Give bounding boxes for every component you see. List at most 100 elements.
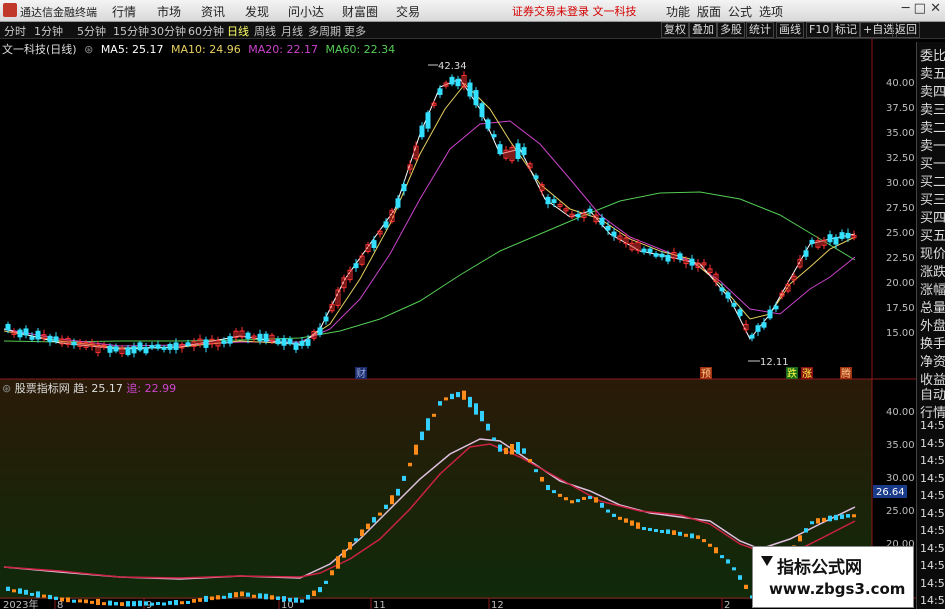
huaxian-button[interactable]: 画线 [776,22,804,38]
app-logo-icon [3,3,17,17]
candle-body [437,88,443,95]
menu-item-zixun[interactable]: 资讯 [201,3,225,20]
menu-item-shichang[interactable]: 市场 [157,3,181,20]
quote-field-label: 14:50 [920,489,945,502]
indicator-bar [414,444,418,455]
quote-field-label[interactable]: 自动 [920,384,945,403]
period-5min[interactable]: 5分钟 [77,23,106,39]
date-separators [54,598,723,609]
indicator-bar [798,535,802,542]
kline-chart[interactable]: 40.00 37.50 35.00 32.50 30.00 27.50 25.0… [0,39,916,609]
window-controls[interactable]: ─ □ ✕ [902,1,941,16]
period-1min[interactable]: 1分钟 [34,23,63,39]
teng-marker-label: 腾 [841,367,851,380]
menu-item-banmian[interactable]: 版面 [697,3,721,20]
indicator-bar [834,514,838,521]
price-tick: 40.00 [886,78,915,89]
indicator-bar [582,496,586,500]
menu-item-xuanxiang[interactable]: 选项 [759,3,783,20]
price-axis: 40.00 37.50 35.00 32.50 30.00 27.50 25.0… [886,78,915,339]
indicator-bar [348,542,352,550]
candle-body [23,328,29,336]
indicator-bar [306,594,310,600]
quote-field-label: 涨幅 [920,283,945,298]
indicator-bar [42,594,46,598]
period-monthly[interactable]: 月线 [281,23,303,39]
candle-body [533,175,539,179]
candle-body [719,287,725,292]
candle-body [599,217,605,225]
duogu-button[interactable]: 多股 [717,22,745,38]
login-status: 证券交易未登录 文一科技 [512,5,637,18]
sub-legend: ⊛ 股票指标网 趋: 25.17 追: 22.99 [2,380,176,396]
ma20-legend: MA20: 22.17 [248,43,318,56]
settings-icon[interactable]: ⊛ [84,43,93,56]
menu-item-jiaoyi[interactable]: 交易 [396,3,420,20]
high-price-label: 42.34 [438,61,467,72]
menu-item-faxian[interactable]: 发现 [245,3,269,20]
period-30min[interactable]: 30分钟 [150,23,186,39]
indicator-bar [642,527,646,531]
candle-body [29,336,35,340]
period-daily[interactable]: 日线 [227,23,249,39]
indicator-bar [498,444,502,452]
quote-field-label: 卖三 [920,103,945,118]
indicator-bar [96,598,100,605]
fuquan-button[interactable]: 复权 [661,22,689,38]
quote-field-label: 卖二 [920,121,945,136]
price-tick: 30.00 [886,178,915,189]
indicator-bar [246,592,250,597]
menu-item-gongshi[interactable]: 公式 [728,3,752,20]
settings-icon[interactable]: ⊛ [2,382,11,395]
candle-body [167,343,173,350]
indicator-bar [72,599,76,603]
menu-item-wenxiaoda[interactable]: 问小达 [288,3,324,20]
candlestick-series [5,71,857,358]
period-multi[interactable]: 多周期 [308,23,341,39]
indicator-bar [402,475,406,481]
candle-body [257,333,263,342]
indicator-bar [816,518,820,524]
candle-body [227,336,233,344]
candle-body [737,309,743,317]
indicator-bar [228,592,232,599]
period-15min[interactable]: 15分钟 [113,23,149,39]
date-axis: 2023年 8 9 10 11 12 2 [3,598,730,609]
period-fenshi[interactable]: 分时 [4,23,26,39]
biaoji-button[interactable]: 标记 [832,22,860,38]
indicator-bar [132,601,136,607]
indicator-bar [294,597,298,603]
candle-body [839,232,845,239]
indicator-bar [744,584,748,590]
candle-body [371,240,377,248]
sub-axis: 40.00 35.00 30.00 25.00 20.00 [886,407,915,550]
quote-side-panel: 委比 卖五 卖四 卖三 卖二 卖一 买一 买二 买三 买四 买五 现价 涨跌 涨幅 总量 外盘 换手 净资 收益 自动… [916,42,945,609]
candle-body [455,78,461,87]
candle-body [299,340,305,346]
indicator-bar [450,393,454,400]
indicator-bar [540,476,544,482]
period-60min[interactable]: 60分钟 [188,23,224,39]
diejia-button[interactable]: 叠加 [689,22,717,38]
candle-body [425,112,431,129]
indicator-bar [630,520,634,526]
indicator-bar [462,390,466,400]
indicator-bar [504,447,508,455]
candle-body [491,134,497,138]
menu-item-gongneng[interactable]: 功能 [666,3,690,20]
period-more[interactable]: 更多 [344,23,366,39]
indicator-bar [30,592,34,596]
back-button[interactable]: 返回 [892,22,920,38]
indicator-bar [192,599,196,603]
menu-item-hangqing[interactable]: 行情 [112,3,136,20]
indicator-bar [522,448,526,454]
candle-body [641,248,647,253]
f10-button[interactable]: F10 [806,22,833,38]
tongji-button[interactable]: 统计 [746,22,774,38]
sub-tick: 25.00 [886,506,915,517]
period-weekly[interactable]: 周线 [254,23,276,39]
quote-field-label: 14:50 [920,524,945,537]
indicator-bar [714,547,718,554]
indicator-bar [48,594,52,600]
menu-item-caifuquan[interactable]: 财富圈 [342,3,378,20]
